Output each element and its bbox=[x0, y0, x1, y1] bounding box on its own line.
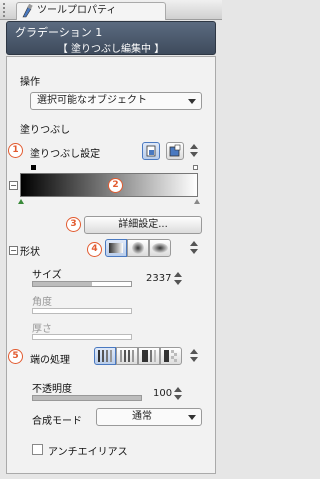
callout-badge-2: 2 bbox=[108, 178, 123, 193]
edge-transparent-button[interactable] bbox=[160, 347, 182, 365]
tool-property-tab[interactable]: ツールプロパティ bbox=[16, 2, 166, 20]
gradient-stop-start[interactable] bbox=[31, 165, 36, 170]
shape-ellipse-button[interactable] bbox=[149, 239, 171, 257]
opacity-slider-fill bbox=[33, 396, 141, 400]
callout-badge-1: 1 bbox=[8, 143, 23, 158]
callout-badge-3: 3 bbox=[66, 217, 81, 232]
size-label: サイズ bbox=[32, 270, 62, 281]
chevron-down-icon bbox=[188, 415, 196, 420]
callout-badge-4: 4 bbox=[87, 242, 102, 257]
tool-brush-icon bbox=[21, 3, 33, 18]
antialias-checkbox[interactable] bbox=[32, 444, 43, 455]
shape-circle-button[interactable] bbox=[127, 239, 149, 257]
edge-spinner[interactable] bbox=[190, 347, 198, 365]
fill-layer-icon bbox=[169, 144, 181, 157]
edge-selector bbox=[94, 347, 182, 365]
edge-clamp-button[interactable] bbox=[138, 347, 160, 365]
spin-down-icon bbox=[190, 249, 198, 254]
size-spinner[interactable] bbox=[174, 270, 182, 288]
edge-label: 端の処理 bbox=[30, 355, 70, 366]
shape-label: 形状 bbox=[20, 247, 40, 258]
spin-up-icon bbox=[190, 241, 198, 246]
edge-repeat-button[interactable] bbox=[94, 347, 116, 365]
callout-badge-5: 5 bbox=[8, 349, 23, 364]
thickness-slider bbox=[32, 334, 132, 340]
operation-value: 選択可能なオブジェクト bbox=[37, 95, 147, 106]
shape-spinner[interactable] bbox=[190, 239, 198, 257]
spin-down-icon bbox=[174, 280, 182, 285]
chevron-down-icon bbox=[188, 99, 196, 104]
angle-slider bbox=[32, 308, 132, 314]
fill-setting-spinner[interactable] bbox=[190, 142, 198, 160]
spin-up-icon bbox=[190, 144, 198, 149]
opacity-slider[interactable] bbox=[32, 395, 142, 401]
sub-tool-status: 【 塗りつぶし編集中 】 bbox=[57, 44, 165, 55]
fill-bucket-icon bbox=[146, 145, 156, 157]
fill-section-label: 塗りつぶし bbox=[20, 125, 71, 136]
spin-up-icon bbox=[174, 387, 182, 392]
edge-reflect-button[interactable] bbox=[116, 347, 138, 365]
operation-label: 操作 bbox=[20, 77, 40, 88]
fill-setting-button-b[interactable] bbox=[166, 142, 184, 160]
gradient-handle-left-icon[interactable] bbox=[18, 199, 24, 204]
opacity-label: 不透明度 bbox=[32, 384, 72, 395]
tool-name: グラデーション 1 bbox=[15, 26, 103, 39]
thickness-label: 厚さ bbox=[32, 324, 52, 335]
tool-header: グラデーション 1 【 塗りつぶし編集中 】 bbox=[6, 21, 216, 55]
gradient-handle-right-icon[interactable] bbox=[194, 199, 200, 204]
opacity-spinner[interactable] bbox=[174, 385, 182, 403]
size-value[interactable]: 2337 bbox=[146, 273, 171, 284]
spin-up-icon bbox=[190, 349, 198, 354]
antialias-label: アンチエイリアス bbox=[48, 447, 128, 458]
collapse-minus-icon[interactable]: − bbox=[9, 181, 18, 190]
operation-dropdown[interactable]: 選択可能なオブジェクト bbox=[30, 92, 202, 110]
size-slider-fill bbox=[33, 282, 92, 286]
collapse-minus-icon[interactable]: − bbox=[9, 246, 18, 255]
tab-title: ツールプロパティ bbox=[37, 5, 117, 16]
spin-up-icon bbox=[174, 272, 182, 277]
size-slider[interactable] bbox=[32, 281, 132, 287]
palette-titlebar: ツールプロパティ bbox=[0, 0, 222, 20]
shape-linear-button[interactable] bbox=[105, 239, 127, 257]
spin-down-icon bbox=[190, 152, 198, 157]
opacity-value[interactable]: 100 bbox=[153, 388, 172, 399]
blend-mode-dropdown[interactable]: 通常 bbox=[96, 408, 202, 426]
drag-grip-icon[interactable] bbox=[3, 3, 13, 17]
angle-label: 角度 bbox=[32, 297, 52, 308]
fill-setting-label: 塗りつぶし設定 bbox=[30, 149, 101, 160]
blend-mode-label: 合成モード bbox=[32, 416, 82, 427]
spin-down-icon bbox=[174, 395, 182, 400]
blend-mode-value: 通常 bbox=[132, 411, 152, 422]
fill-setting-button-a[interactable] bbox=[142, 142, 160, 160]
shape-selector bbox=[105, 239, 171, 257]
detail-settings-button[interactable]: 詳細設定... bbox=[84, 216, 202, 234]
gradient-stop-end[interactable] bbox=[193, 165, 198, 170]
spin-down-icon bbox=[190, 357, 198, 362]
